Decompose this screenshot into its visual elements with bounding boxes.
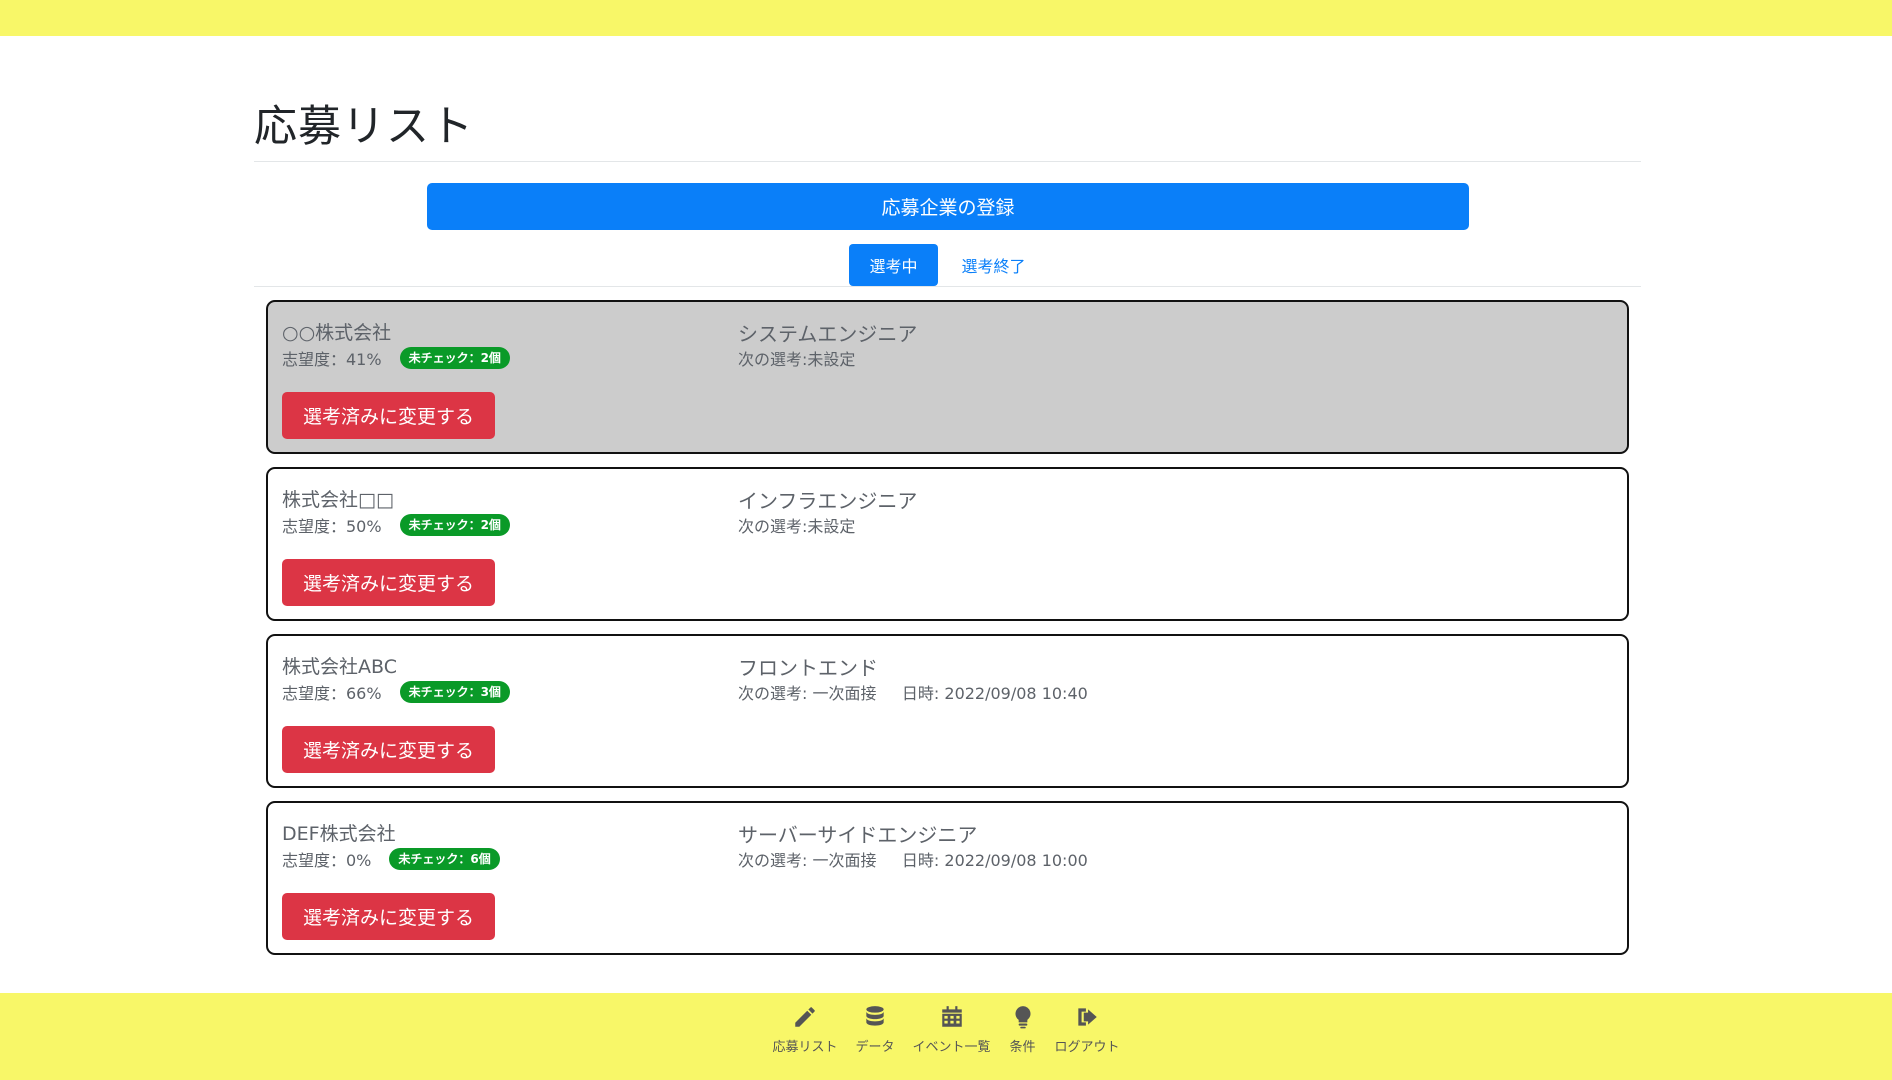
mark-selected-button[interactable]: 選考済みに変更する (282, 392, 495, 439)
aspiration-level: 志望度：0% (282, 851, 372, 870)
nav-item-logout[interactable]: ログアウト (1055, 1003, 1120, 1055)
nav-item-application-list[interactable]: 応募リスト (772, 1003, 837, 1055)
nav-label: 条件 (1009, 1040, 1036, 1055)
title-divider (254, 161, 1641, 162)
logout-icon (1073, 1003, 1101, 1031)
position-name: サーバーサイドエンジニア (738, 823, 978, 847)
aspiration-row: 志望度：0% 未チェック：6個 (282, 847, 500, 871)
status-tabs: 選考中 選考終了 (254, 244, 1641, 287)
register-company-button[interactable]: 応募企業の登録 (427, 183, 1469, 230)
company-name: ○○株式会社 (282, 322, 392, 344)
unchecked-badge: 未チェック：2個 (399, 514, 510, 536)
aspiration-row: 志望度：41% 未チェック：2個 (282, 346, 510, 370)
next-selection-info: 次の選考:未設定 (738, 350, 856, 369)
tab-selection-ended[interactable]: 選考終了 (942, 244, 1046, 286)
nav-item-conditions[interactable]: 条件 (1009, 1003, 1037, 1055)
position-name: システムエンジニア (738, 322, 918, 346)
tab-in-selection[interactable]: 選考中 (849, 244, 938, 286)
application-card[interactable]: ○○株式会社 志望度：41% 未チェック：2個 システムエンジニア 次の選考:未… (266, 300, 1629, 454)
application-card[interactable]: DEF株式会社 志望度：0% 未チェック：6個 サーバーサイドエンジニア 次の選… (266, 801, 1629, 955)
unchecked-badge: 未チェック：6個 (389, 848, 500, 870)
application-card[interactable]: 株式会社ABC 志望度：66% 未チェック：3個 フロントエンド 次の選考: 一… (266, 634, 1629, 788)
nav-item-data[interactable]: データ (855, 1003, 895, 1055)
mark-selected-button[interactable]: 選考済みに変更する (282, 893, 495, 940)
unchecked-badge: 未チェック：2個 (399, 347, 510, 369)
calendar-icon (938, 1003, 966, 1031)
lightbulb-icon (1009, 1003, 1037, 1031)
mark-selected-button[interactable]: 選考済みに変更する (282, 726, 495, 773)
application-list: ○○株式会社 志望度：41% 未チェック：2個 システムエンジニア 次の選考:未… (266, 300, 1629, 968)
aspiration-level: 志望度：66% (282, 684, 382, 703)
company-name: DEF株式会社 (282, 823, 396, 845)
nav-label: データ (855, 1040, 895, 1055)
next-selection-info: 次の選考: 一次面接 日時: 2022/09/08 10:00 (738, 851, 1088, 870)
nav-item-event-list[interactable]: イベント一覧 (913, 1003, 991, 1055)
application-card[interactable]: 株式会社□□ 志望度：50% 未チェック：2個 インフラエンジニア 次の選考:未… (266, 467, 1629, 621)
page-title: 応募リスト (254, 102, 474, 152)
database-icon (861, 1003, 889, 1031)
aspiration-level: 志望度：50% (282, 517, 382, 536)
aspiration-level: 志望度：41% (282, 350, 382, 369)
unchecked-badge: 未チェック：3個 (399, 681, 510, 703)
nav-label: イベント一覧 (912, 1040, 991, 1055)
mark-selected-button[interactable]: 選考済みに変更する (282, 559, 495, 606)
company-name: 株式会社□□ (282, 489, 394, 511)
bottom-nav-items: 応募リスト データ イベント一覧 条件 ログアウト (772, 1003, 1120, 1055)
aspiration-row: 志望度：50% 未チェック：2個 (282, 513, 510, 537)
nav-label: ログアウト (1054, 1040, 1120, 1055)
position-name: インフラエンジニア (738, 489, 918, 513)
pencil-icon (791, 1003, 819, 1031)
nav-label: 応募リスト (772, 1040, 838, 1055)
top-bar (0, 0, 1892, 36)
position-name: フロントエンド (738, 656, 878, 680)
bottom-nav: 応募リスト データ イベント一覧 条件 ログアウト (0, 993, 1892, 1080)
company-name: 株式会社ABC (282, 656, 397, 678)
next-selection-info: 次の選考:未設定 (738, 517, 856, 536)
next-selection-info: 次の選考: 一次面接 日時: 2022/09/08 10:40 (738, 684, 1088, 703)
aspiration-row: 志望度：66% 未チェック：3個 (282, 680, 510, 704)
